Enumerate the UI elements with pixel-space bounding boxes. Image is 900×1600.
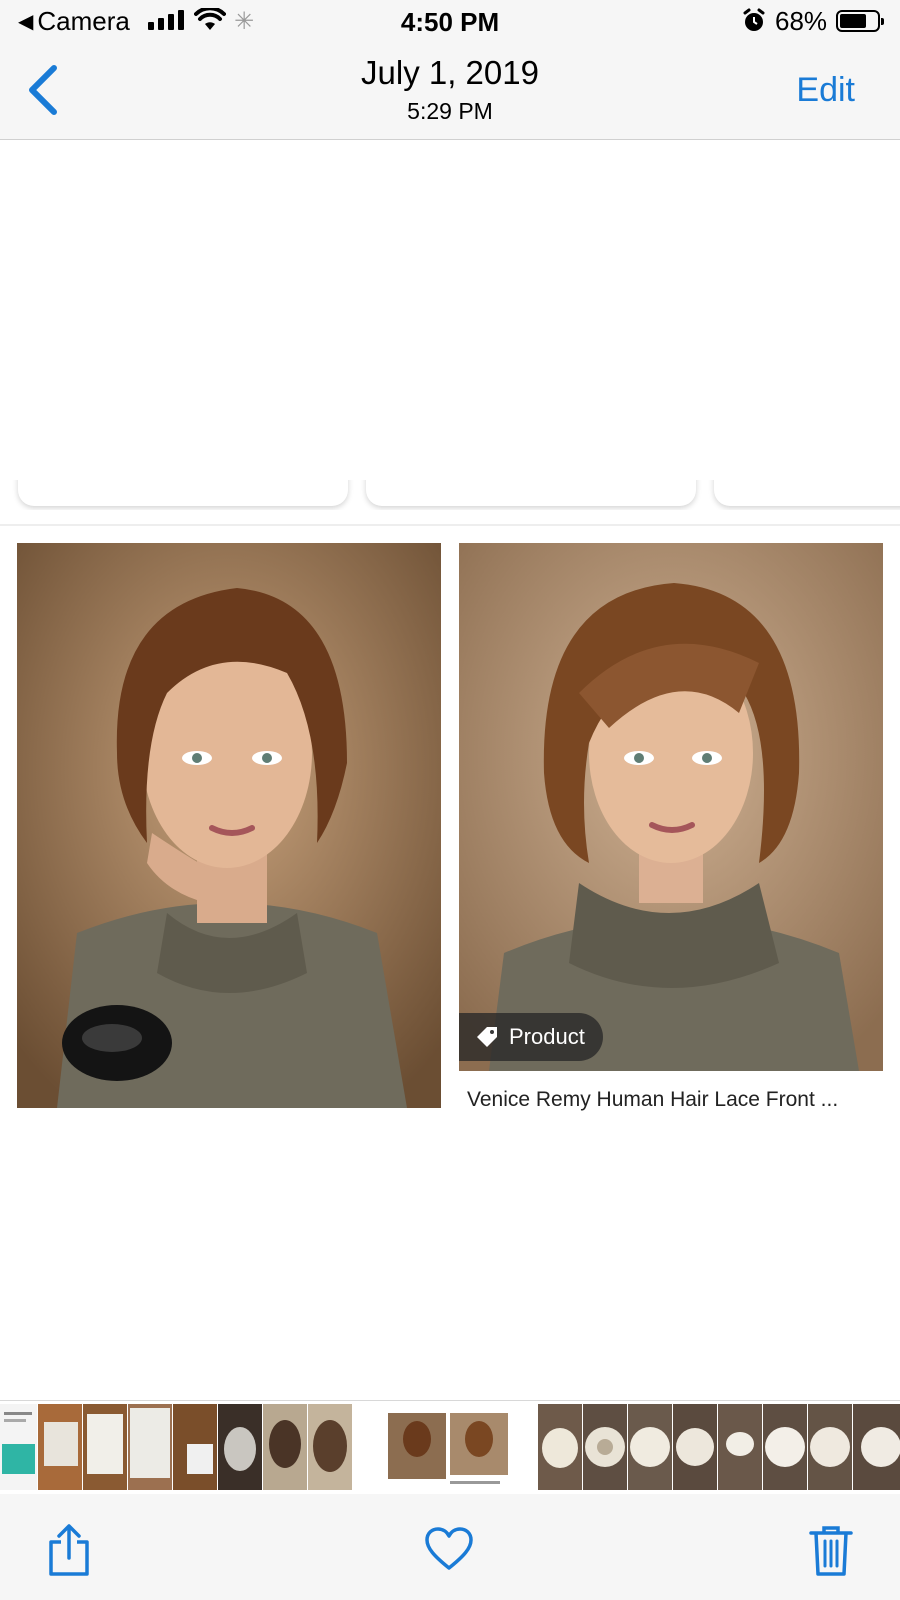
card[interactable] — [366, 480, 696, 506]
thumbnail-dishes[interactable] — [673, 1404, 717, 1490]
thumbnail-strip[interactable] — [0, 1400, 900, 1493]
page-title: July 1, 2019 — [361, 54, 539, 91]
result-caption[interactable]: Venice Remy Human Hair Lace Front ... — [467, 1088, 877, 1112]
divider — [0, 524, 900, 526]
thumbnail-dishes[interactable] — [808, 1404, 852, 1490]
card[interactable] — [714, 480, 900, 506]
share-button[interactable] — [46, 1522, 92, 1583]
visual-result-1[interactable] — [17, 543, 441, 1108]
product-tag[interactable]: Product — [459, 1013, 603, 1061]
thumbnail-dishes[interactable] — [853, 1404, 900, 1490]
delete-button[interactable] — [808, 1524, 854, 1583]
thumbnail-wig[interactable] — [263, 1404, 307, 1490]
card-row — [0, 480, 900, 510]
product-tag-label: Product — [509, 1024, 585, 1049]
thumbnail-box[interactable] — [83, 1404, 127, 1490]
thumbnail-dishes[interactable] — [628, 1404, 672, 1490]
thumbnail-dishes[interactable] — [583, 1404, 627, 1490]
page-subtitle: 5:29 PM — [407, 98, 493, 124]
battery-icon — [836, 10, 884, 32]
edit-button[interactable]: Edit — [796, 71, 855, 110]
navigation-bar: July 1, 2019 5:29 PM Edit — [0, 44, 900, 140]
thumbnail-box[interactable] — [128, 1404, 172, 1490]
thumbnail-current[interactable] — [384, 1401, 514, 1493]
heart-icon — [425, 1527, 473, 1570]
thumbnail-dishes[interactable] — [763, 1404, 807, 1490]
thumbnail-wig[interactable] — [308, 1404, 352, 1490]
battery-percent: 68% — [775, 6, 828, 36]
thumbnail-dishes[interactable] — [718, 1404, 762, 1490]
trash-icon — [809, 1526, 853, 1576]
tag-icon — [477, 1027, 497, 1047]
thumbnail-box[interactable] — [38, 1404, 82, 1490]
status-bar: ◀ Camera ✳ 4:50 PM 68% — [0, 0, 900, 44]
thumbnail-screenshot[interactable] — [0, 1404, 37, 1490]
woman-bob-hair-photo-2[interactable]: Product — [459, 543, 883, 1071]
title-block: July 1, 2019 5:29 PM — [0, 54, 900, 125]
thumbnail-box[interactable] — [173, 1404, 217, 1490]
thumbnail-dishes[interactable] — [538, 1404, 582, 1490]
woman-bob-hair-photo-1[interactable] — [17, 543, 441, 1108]
bottom-toolbar — [0, 1494, 900, 1600]
card[interactable] — [18, 480, 348, 506]
visual-result-2[interactable]: Product Venice Remy Human Hair Lace Fron… — [459, 543, 883, 1112]
favorite-button[interactable] — [424, 1526, 474, 1577]
alarm-icon — [743, 8, 765, 31]
thumbnail-wig[interactable] — [218, 1404, 262, 1490]
share-icon — [49, 1524, 89, 1576]
